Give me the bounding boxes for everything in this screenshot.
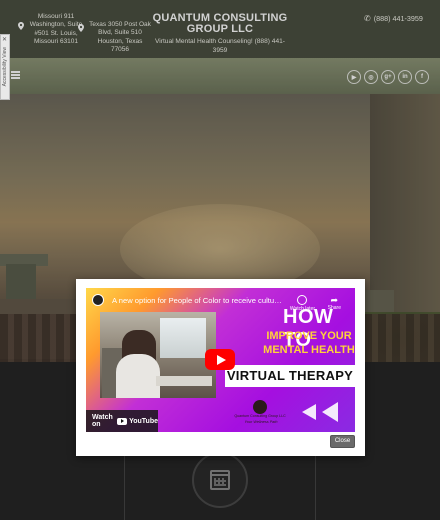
share-icon: ➦ <box>330 295 339 305</box>
video-title[interactable]: A new option for People of Color to rece… <box>112 296 282 305</box>
watch-on-youtube-button[interactable]: Watch on YouTube <box>86 410 158 432</box>
close-icon[interactable]: ✕ <box>2 36 7 43</box>
youtube-play-icon <box>117 417 128 425</box>
youtube-logo-icon: YouTube <box>117 417 158 425</box>
close-button[interactable]: Close <box>330 435 355 448</box>
photo-shirt <box>116 354 160 398</box>
company-logo-icon <box>253 400 267 414</box>
accessibility-view-tab[interactable]: ✕ Accessibility View <box>0 34 10 100</box>
video-modal: A new option for People of Color to rece… <box>76 279 365 456</box>
photo-table <box>156 376 212 386</box>
youtube-wordmark: YouTube <box>129 417 158 425</box>
rewind-icon <box>322 402 338 422</box>
thumbnail-headline-improve: IMPROVE YOUR MENTAL HEALTH <box>263 330 355 356</box>
watch-on-label: Watch on <box>92 414 113 428</box>
channel-avatar[interactable] <box>92 294 104 306</box>
photo-window <box>160 318 206 358</box>
video-thumbnail-photo <box>100 312 216 398</box>
thumbnail-logo-tagline: Your Wellness Path <box>244 420 278 424</box>
rewind-icon <box>302 404 316 420</box>
youtube-embed[interactable]: A new option for People of Color to rece… <box>86 288 355 432</box>
clock-icon <box>297 295 308 305</box>
accessibility-label: Accessibility View <box>2 47 8 87</box>
play-button-icon[interactable] <box>205 349 235 370</box>
thumbnail-headline-virtual-therapy: VIRTUAL THERAPY <box>225 365 355 387</box>
thumbnail-logo-text: Quantum Consulting Group LLC <box>234 414 286 418</box>
